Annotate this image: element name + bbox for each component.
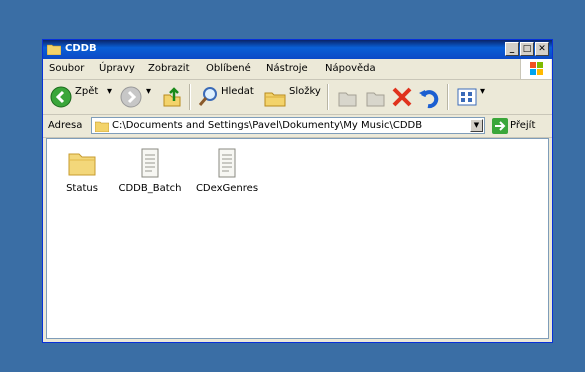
forward-dropdown-icon[interactable]: ▾ [146,86,151,97]
menu-file[interactable]: Soubor [49,63,84,74]
windows-logo-icon [520,59,551,79]
file-item-status[interactable]: Status [47,147,117,194]
address-input[interactable]: C:\Documents and Settings\Pavel\Dokument… [91,117,485,134]
menu-help[interactable]: Nápověda [325,63,376,74]
file-label: CDexGenres [195,183,259,194]
text-document-icon [141,148,159,178]
views-dropdown-icon[interactable]: ▾ [480,86,485,97]
folders-icon[interactable] [263,85,287,109]
address-dropdown-icon[interactable]: ▼ [470,119,483,132]
toolbar-separator [447,84,449,110]
folder-icon [68,153,96,176]
address-label: Adresa [48,120,83,131]
menu-edit[interactable]: Úpravy [99,63,135,74]
file-label: Status [66,183,98,194]
close-button[interactable]: ✕ [535,42,549,56]
title-bar[interactable]: CDDB _ □ ✕ [43,40,552,59]
menu-bar: Soubor Úpravy Zobrazit Oblíbené Nástroje… [43,59,552,80]
search-button-label[interactable]: Hledat [221,86,254,97]
address-bar: Adresa C:\Documents and Settings\Pavel\D… [43,115,552,138]
explorer-window: CDDB _ □ ✕ Soubor Úpravy Zobrazit Oblíbe… [42,39,553,343]
text-document-icon [218,148,236,178]
window-title: CDDB [65,43,97,54]
folders-button-label[interactable]: Složky [289,86,321,97]
undo-icon[interactable] [417,85,441,109]
minimize-button[interactable]: _ [505,42,519,56]
back-button-label[interactable]: Zpět [75,86,98,97]
move-to-icon[interactable] [335,85,359,109]
back-dropdown-icon[interactable]: ▾ [107,86,112,97]
menu-tools[interactable]: Nástroje [266,63,308,74]
copy-to-icon[interactable] [363,85,387,109]
address-path: C:\Documents and Settings\Pavel\Dokument… [112,120,423,131]
up-folder-icon[interactable] [160,85,184,109]
folder-icon [47,44,61,55]
file-item-cddb-batch[interactable]: CDDB_Batch [115,147,185,194]
back-arrow-icon[interactable] [49,85,73,109]
file-item-cdexgenres[interactable]: CDexGenres [192,147,262,194]
go-button[interactable]: Přejít [491,117,549,135]
delete-icon[interactable] [390,85,414,109]
forward-arrow-icon[interactable] [119,85,143,109]
toolbar: Zpět ▾ ▾ Hledat Složky ▾ [43,80,552,115]
maximize-button[interactable]: □ [520,42,534,56]
go-button-label: Přejít [510,120,536,131]
file-label: CDDB_Batch [118,183,182,194]
file-list-pane[interactable]: Status CDDB_Batch CDexGenres [46,138,549,339]
folder-icon [95,121,109,132]
menu-favorites[interactable]: Oblíbené [206,63,251,74]
views-icon[interactable] [455,85,479,109]
search-icon[interactable] [196,85,220,109]
menu-view[interactable]: Zobrazit [148,63,190,74]
go-arrow-icon [492,118,508,134]
toolbar-separator [189,84,191,110]
toolbar-separator [327,84,329,110]
